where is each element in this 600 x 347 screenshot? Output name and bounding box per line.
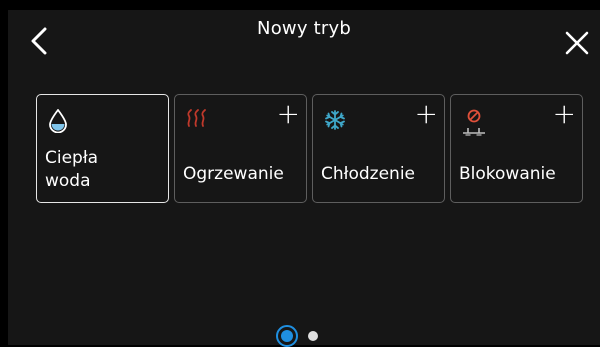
mode-card-label: Blokowanie [459, 164, 556, 184]
mode-card-cooling[interactable]: + Chłodzenie [312, 94, 445, 203]
mode-card-blocking[interactable]: + Blokowanie [450, 94, 583, 203]
mode-card-label: Ogrzewanie [183, 164, 284, 184]
add-heating-button[interactable]: + [277, 100, 300, 128]
heating-icon [186, 109, 210, 131]
mode-card-label: Ciepła woda [45, 148, 99, 191]
close-button[interactable] [560, 26, 594, 60]
page-dot-active[interactable] [276, 325, 298, 347]
mode-screen: Nowy tryb Ciepła woda + Ogrzewanie + Chł… [8, 10, 600, 347]
snowflake-icon [324, 109, 346, 135]
add-blocking-button[interactable]: + [553, 100, 576, 128]
mode-cards: Ciepła woda + Ogrzewanie + Chłodzenie + … [36, 94, 583, 203]
page-indicator [276, 325, 318, 347]
page-dot[interactable] [308, 331, 318, 341]
page-title: Nowy tryb [257, 18, 351, 39]
blocking-icon [462, 109, 486, 143]
close-icon [565, 31, 589, 55]
mode-card-label: Chłodzenie [321, 164, 416, 184]
water-drop-icon [48, 108, 68, 137]
mode-card-heating[interactable]: + Ogrzewanie [174, 94, 307, 203]
mode-card-hot-water[interactable]: Ciepła woda [36, 94, 169, 203]
add-cooling-button[interactable]: + [415, 100, 438, 128]
